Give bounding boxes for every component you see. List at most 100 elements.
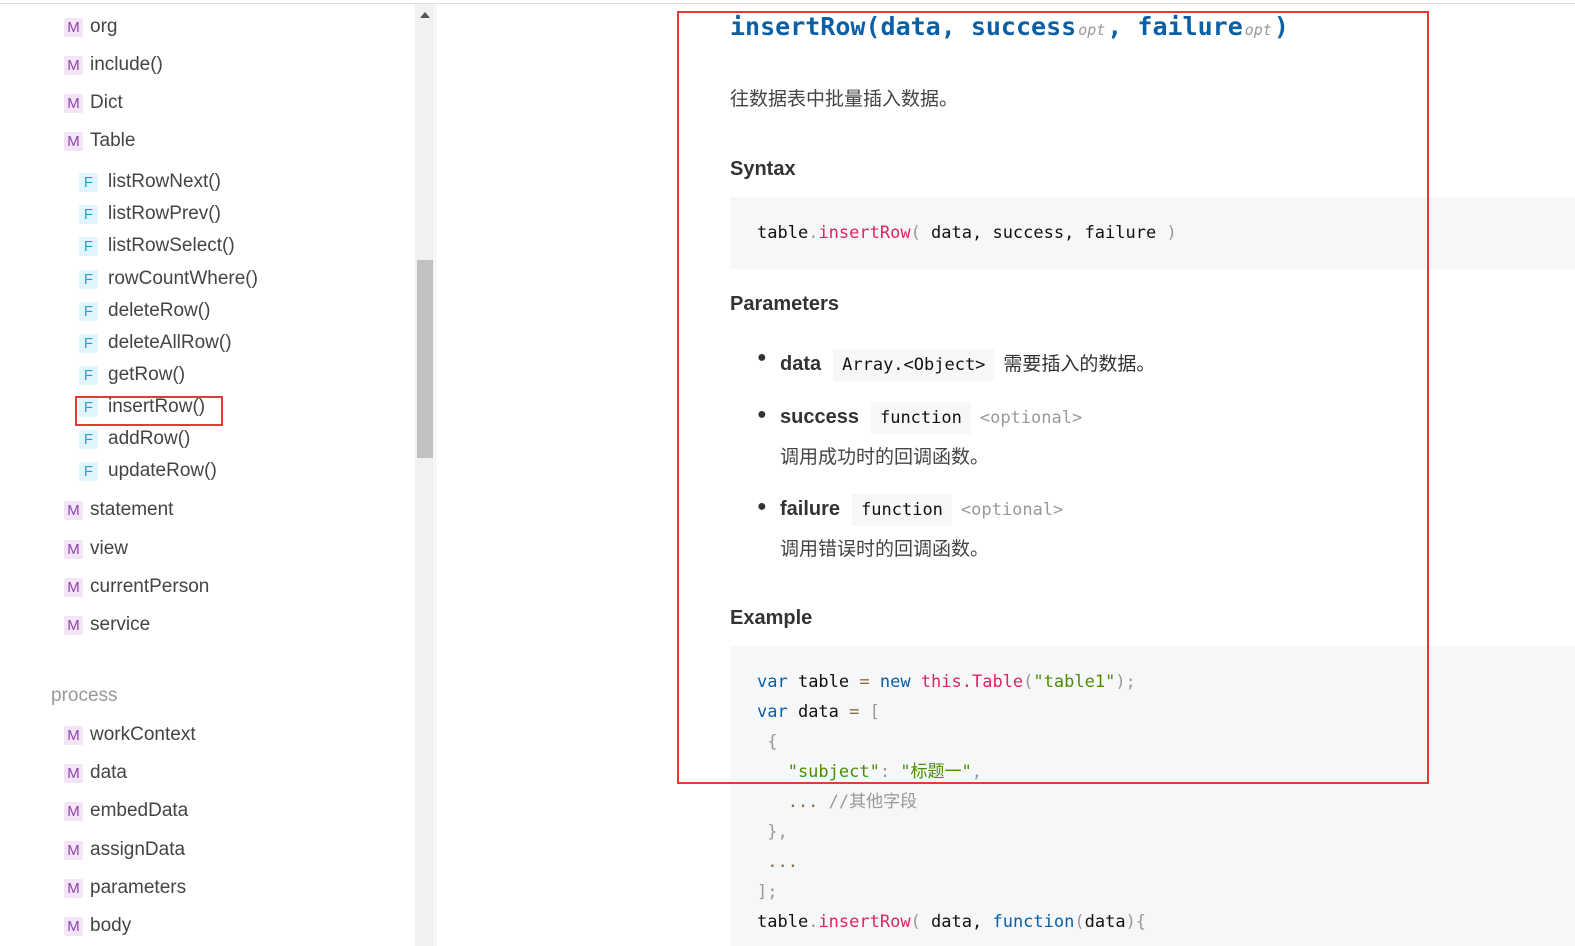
- sidebar-item[interactable]: Mview: [64, 538, 128, 560]
- function-badge-icon: F: [79, 236, 98, 256]
- sidebar-item[interactable]: FrowCountWhere(): [79, 268, 258, 290]
- sidebar-item[interactable]: M Dict: [64, 92, 123, 114]
- code-token: ){: [1125, 912, 1147, 932]
- code-token: (: [910, 912, 932, 932]
- sidebar-item[interactable]: FlistRowSelect(): [79, 235, 235, 257]
- sidebar-item-label: getRow(): [108, 364, 186, 385]
- example-code-block: var table = new this.Table("table1"); va…: [730, 646, 1575, 946]
- sidebar-item[interactable]: McurrentPerson: [64, 576, 209, 598]
- opt-label: opt: [1078, 21, 1106, 39]
- param-name: failure: [780, 498, 841, 520]
- param-optional: <optional>: [979, 408, 1083, 428]
- module-badge-icon: M: [64, 840, 83, 860]
- module-badge-icon: M: [64, 878, 83, 898]
- sidebar-item-label: body: [90, 915, 132, 936]
- sidebar-item-label: deleteRow(): [108, 300, 211, 321]
- sidebar-item[interactable]: Mparameters: [64, 877, 186, 899]
- param-type: function: [852, 494, 952, 526]
- sidebar-item-label: updateRow(): [108, 460, 217, 481]
- method-description: 往数据表中批量插入数据。: [730, 89, 959, 110]
- sidebar-item-label: addRow(): [108, 428, 191, 449]
- code-token: insertRow: [818, 912, 911, 932]
- code-token: (: [1023, 672, 1034, 692]
- function-badge-icon: F: [79, 204, 98, 224]
- code-token: data: [787, 702, 850, 722]
- code-token: =: [859, 672, 870, 692]
- code-token: .: [808, 223, 819, 243]
- module-badge-icon: M: [64, 615, 83, 635]
- code-token: =: [849, 702, 860, 722]
- module-badge-icon: M: [64, 55, 83, 75]
- sidebar-item[interactable]: FlistRowPrev(): [79, 203, 221, 225]
- param-type: function: [870, 402, 971, 434]
- param-desc: 调用错误时的回调函数。: [780, 539, 990, 560]
- section-header-process: process: [51, 685, 118, 706]
- sidebar-item[interactable]: MworkContext: [64, 724, 196, 746]
- function-badge-icon: F: [79, 301, 98, 321]
- sidebar-item[interactable]: Mstatement: [64, 499, 173, 521]
- opt-label: opt: [1244, 21, 1272, 39]
- sidebar-item-label: deleteAllRow(): [108, 332, 232, 353]
- sidebar-item[interactable]: Morg: [64, 16, 117, 38]
- function-badge-icon: F: [79, 365, 98, 385]
- sidebar-item-label: listRowPrev(): [108, 203, 221, 224]
- sidebar-item-label: listRowSelect(): [108, 235, 235, 256]
- sidebar-item[interactable]: FlistRowNext(): [79, 171, 221, 193]
- sidebar-item[interactable]: FupdateRow(): [79, 460, 217, 482]
- sidebar-item[interactable]: M Table: [64, 130, 135, 152]
- sidebar-item[interactable]: MassignData: [64, 839, 185, 861]
- code-token: table: [787, 672, 860, 692]
- module-badge-icon: M: [64, 801, 83, 821]
- code-line: ...: [757, 852, 798, 872]
- sidebar-item-label: workContext: [90, 724, 196, 745]
- param-name: data: [780, 353, 822, 375]
- code-token: data,: [931, 912, 993, 932]
- sidebar-item-label: include(): [90, 54, 163, 75]
- param-type: Array.<Object>: [833, 349, 995, 381]
- sidebar-item[interactable]: Minclude(): [64, 54, 163, 76]
- sidebar-item-label: currentPerson: [90, 576, 210, 597]
- sig-param-success: success: [970, 12, 1077, 41]
- function-badge-icon: F: [79, 269, 98, 289]
- sidebar-item-label: data: [90, 762, 127, 783]
- scroll-up-arrow-icon[interactable]: [420, 12, 430, 18]
- module-badge-icon: M: [64, 577, 83, 597]
- syntax-heading: Syntax: [730, 158, 796, 180]
- code-line: {: [757, 732, 778, 752]
- code-token: var: [757, 672, 788, 692]
- code-token: table: [757, 223, 809, 243]
- sidebar-item[interactable]: FdeleteRow(): [79, 300, 210, 322]
- sidebar-item[interactable]: FgetRow(): [79, 364, 185, 386]
- code-token: insertRow: [818, 223, 911, 243]
- module-badge-icon: M: [64, 93, 83, 113]
- code-token: this.Table: [920, 672, 1024, 692]
- sidebar-item[interactable]: FdeleteAllRow(): [79, 332, 232, 354]
- code-token: (: [910, 223, 932, 243]
- function-badge-icon: F: [79, 461, 98, 481]
- code-line: },: [757, 822, 788, 842]
- function-badge-icon: F: [79, 333, 98, 353]
- scrollbar-thumb[interactable]: [417, 260, 433, 458]
- sidebar-item[interactable]: Mbody: [64, 915, 131, 937]
- sidebar-item[interactable]: Mservice: [64, 614, 150, 636]
- doc-content: insertRow(data, success opt, failure opt) …: [730, 0, 1575, 946]
- code-token: function: [992, 912, 1075, 932]
- method-signature: insertRow(data, success opt, failure opt): [730, 12, 1289, 41]
- sidebar-item-label: rowCountWhere(): [108, 268, 258, 289]
- function-badge-icon: F: [79, 172, 98, 192]
- sidebar-item-label: Dict: [90, 92, 123, 113]
- sidebar-scrollbar[interactable]: [415, 4, 434, 946]
- sidebar-item[interactable]: MembedData: [64, 800, 188, 822]
- divider: [435, 4, 436, 946]
- bullet-icon: ●: [757, 406, 767, 423]
- sig-sep: ,: [1107, 12, 1138, 41]
- sidebar-item[interactable]: FaddRow(): [79, 428, 190, 450]
- code-token: );: [1115, 672, 1136, 692]
- selected-highlight-box: [75, 396, 223, 426]
- sidebar-item-label: service: [90, 614, 151, 635]
- code-token: "subject": [757, 762, 880, 782]
- sidebar-item-label: listRowNext(): [108, 171, 221, 192]
- sidebar-item-label: statement: [90, 499, 174, 520]
- sidebar-item-label: parameters: [90, 877, 187, 898]
- sidebar-item[interactable]: Mdata: [64, 762, 127, 784]
